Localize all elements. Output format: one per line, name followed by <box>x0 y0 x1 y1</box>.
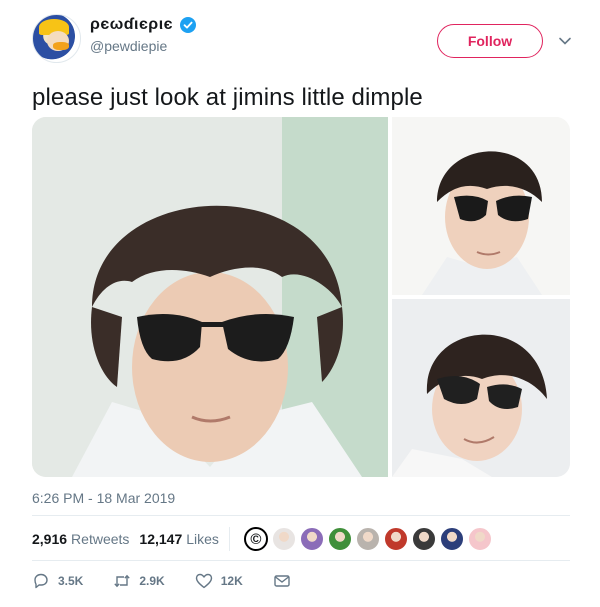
reply-count: 3.5K <box>58 574 84 588</box>
liker-avatar-3[interactable] <box>299 527 324 551</box>
liker-avatar-8[interactable] <box>439 527 464 551</box>
tweet-photo-1[interactable] <box>32 117 388 477</box>
liker-avatar-9[interactable] <box>467 527 492 551</box>
envelope-icon <box>274 575 290 587</box>
user-handle[interactable]: @pewdiepie <box>90 38 196 54</box>
liker-avatar-6[interactable] <box>383 527 408 551</box>
likes-count[interactable]: 12,147 <box>139 531 182 547</box>
tweet-text: please just look at jimins little dimple <box>32 84 423 111</box>
tweet-photo-2[interactable] <box>392 117 570 295</box>
liker-avatar-4[interactable] <box>327 527 352 551</box>
tweet-timestamp[interactable]: 6:26 PM - 18 Mar 2019 <box>32 490 175 506</box>
engagement-stats: 2,916 Retweets 12,147 Likes © <box>32 527 492 551</box>
tweet-header: ρєωɗιєριє @pewdiepie Follow <box>32 14 578 70</box>
chevron-down-icon[interactable] <box>558 34 572 48</box>
retweets-count[interactable]: 2,916 <box>32 531 67 547</box>
like-count: 12K <box>220 574 243 588</box>
reply-button[interactable]: 3.5K <box>32 572 83 590</box>
tweet-actions: 3.5K 2.9K 12K <box>32 572 329 590</box>
user-names: ρєωɗιєριє @pewdiepie <box>90 16 197 54</box>
liker-avatar-5[interactable] <box>355 527 380 551</box>
media-grid <box>32 117 570 477</box>
reply-icon <box>34 573 48 589</box>
tweet-photo-3[interactable] <box>392 299 570 477</box>
liker-avatar-2[interactable] <box>271 527 296 551</box>
heart-icon <box>195 573 212 589</box>
copyright-avatar[interactable]: © <box>243 527 268 551</box>
liker-avatar-7[interactable] <box>411 527 436 551</box>
like-button[interactable]: 12K <box>195 572 243 590</box>
retweet-count: 2.9K <box>139 574 165 588</box>
liker-avatars: © <box>243 527 492 551</box>
direct-message-button[interactable] <box>273 572 299 590</box>
avatar[interactable] <box>32 14 81 63</box>
stats-separator <box>228 527 230 551</box>
display-name[interactable]: ρєωɗιєριє <box>90 16 173 34</box>
retweet-button[interactable]: 2.9K <box>113 572 165 590</box>
retweet-icon <box>114 574 131 588</box>
follow-button[interactable]: Follow <box>437 24 543 58</box>
retweets-label[interactable]: Retweets <box>71 531 129 547</box>
divider <box>32 560 570 561</box>
verified-badge-icon <box>180 17 197 33</box>
likes-label[interactable]: Likes <box>186 531 219 547</box>
divider <box>32 515 570 516</box>
